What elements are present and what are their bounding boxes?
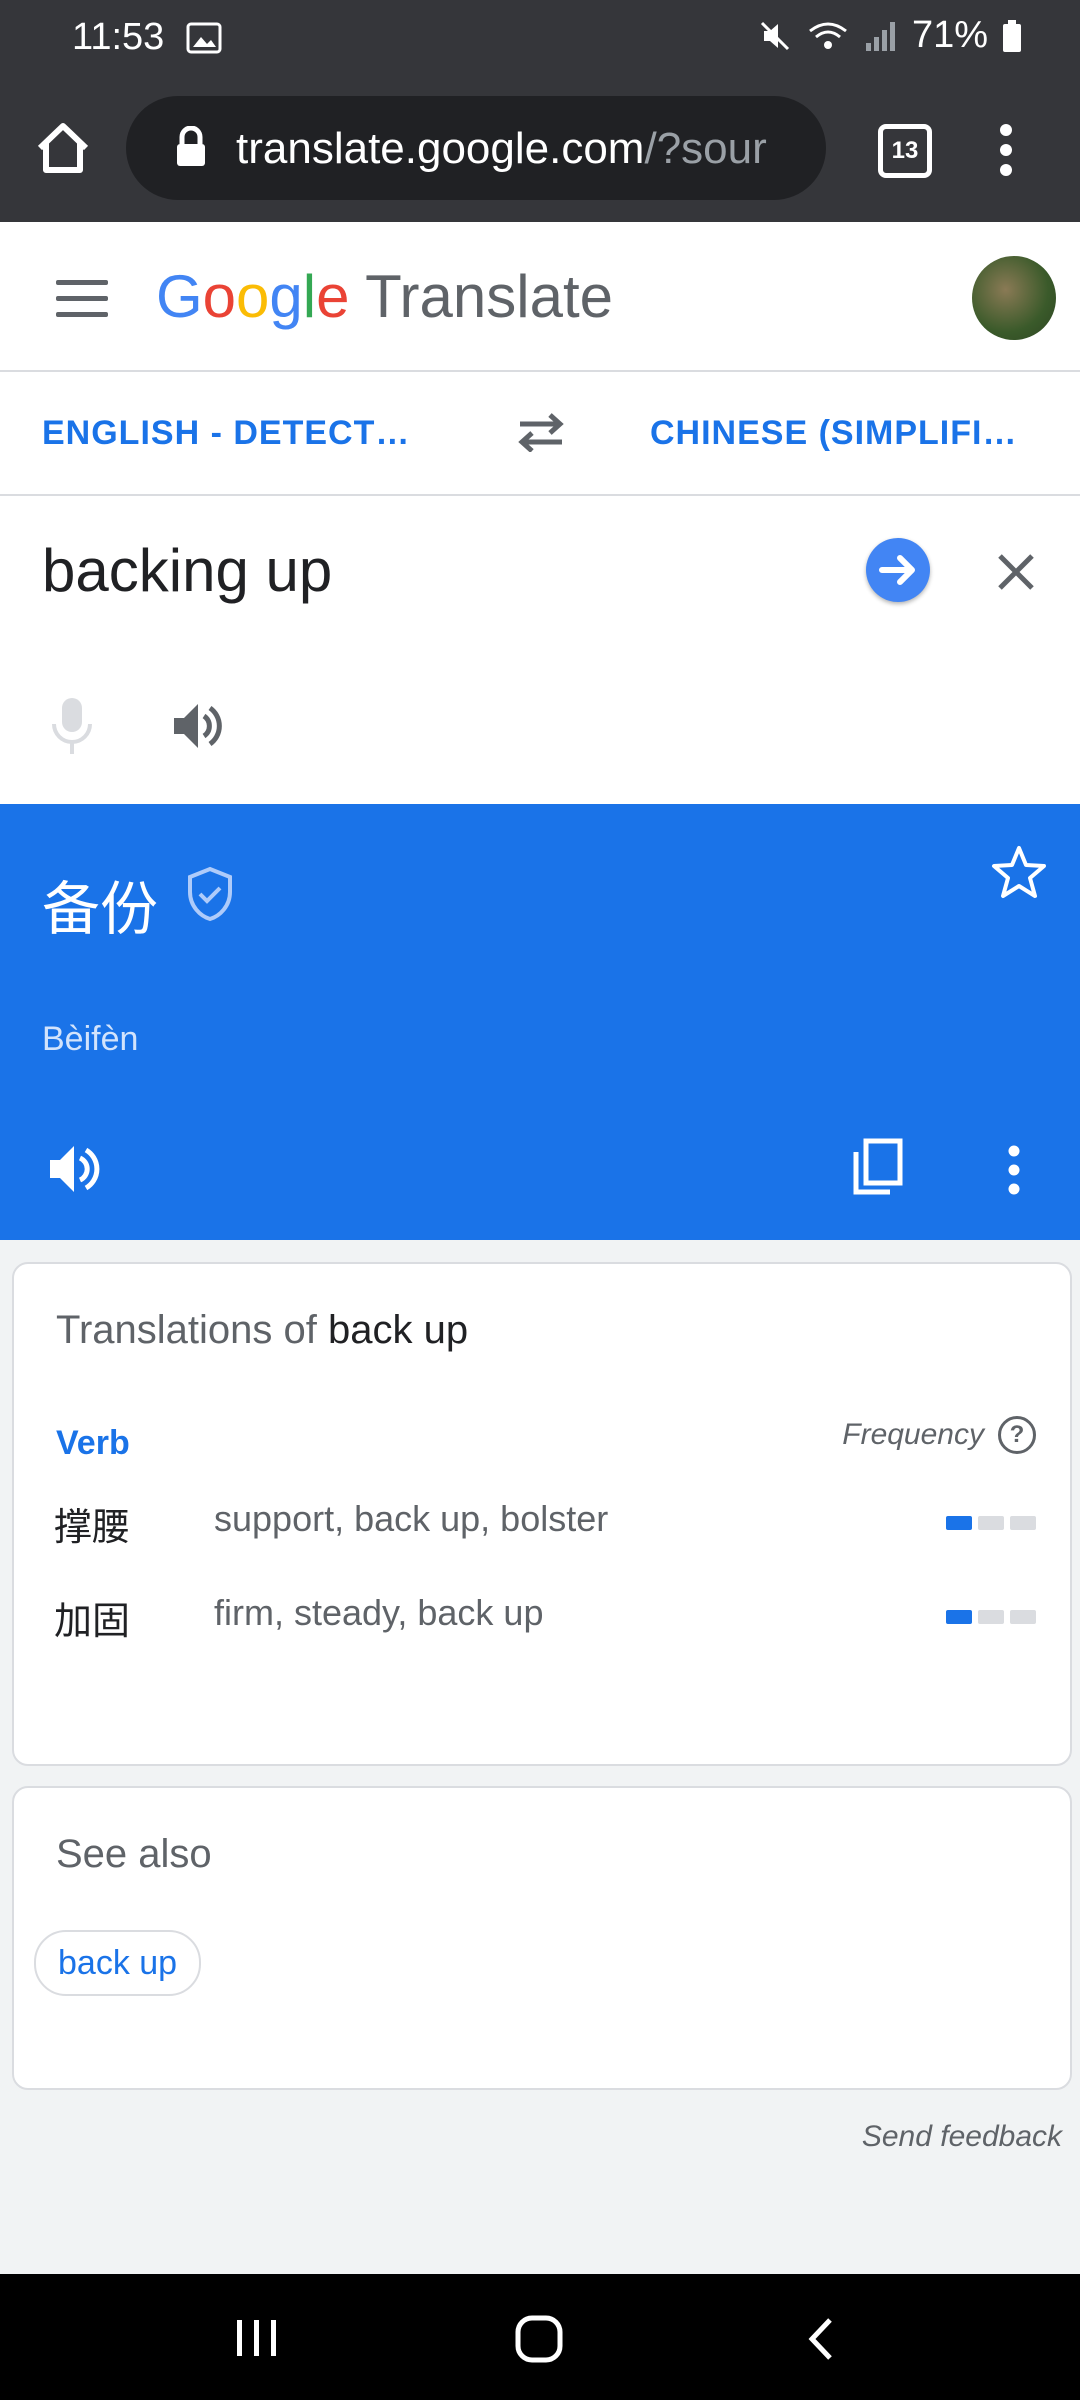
microphone-icon[interactable] — [50, 696, 94, 756]
arrow-forward-icon — [879, 555, 915, 585]
status-icons: 71% — [758, 14, 1022, 57]
google-translate-logo: Google Translate — [156, 263, 613, 330]
app-bar: Google Translate — [0, 222, 1080, 372]
status-bar: 11:53 71% — [0, 0, 1080, 78]
verified-shield-icon[interactable] — [186, 866, 234, 922]
address-bar[interactable]: translate.google.com/?sour — [126, 96, 826, 200]
translation-synonyms: firm, steady, back up — [214, 1592, 544, 1633]
swap-icon[interactable] — [516, 412, 566, 452]
frequency-header: Frequency ? — [842, 1416, 1036, 1454]
app-name: Translate — [365, 263, 613, 330]
tab-switcher-button[interactable]: 13 — [878, 124, 932, 178]
wifi-icon — [809, 22, 847, 49]
recents-icon[interactable] — [234, 2318, 280, 2358]
send-feedback-link[interactable]: Send feedback — [862, 2120, 1062, 2154]
help-icon[interactable]: ? — [998, 1416, 1036, 1454]
see-also-title: See also — [56, 1832, 212, 1876]
star-icon[interactable] — [990, 844, 1048, 900]
language-bar: ENGLISH - DETECT… CHINESE (SIMPLIFI… — [0, 372, 1080, 496]
translation-word[interactable]: 撑腰 — [54, 1496, 130, 1551]
home-nav-icon[interactable] — [514, 2314, 564, 2364]
target-language-button[interactable]: CHINESE (SIMPLIFI… — [650, 414, 1017, 453]
source-input-panel: backing up — [0, 496, 1080, 804]
translations-term: back up — [327, 1308, 469, 1352]
see-also-card: See also back up — [12, 1786, 1072, 2090]
avatar[interactable] — [972, 256, 1056, 340]
more-vert-icon[interactable] — [996, 122, 1016, 178]
browser-toolbar: translate.google.com/?sour 13 — [0, 78, 1080, 222]
image-icon — [186, 22, 222, 54]
translate-submit-button[interactable] — [866, 538, 930, 602]
translations-title: Translations of back up — [56, 1308, 469, 1352]
url-path: /?sour — [644, 124, 767, 173]
romanization-text: Bèifèn — [42, 1020, 139, 1058]
signal-icon — [865, 21, 895, 51]
system-nav-bar — [0, 2274, 1080, 2400]
part-of-speech: Verb — [56, 1424, 130, 1462]
source-language-button[interactable]: ENGLISH - DETECT… — [42, 414, 410, 453]
back-nav-icon[interactable] — [804, 2316, 838, 2362]
status-time: 11:53 — [72, 16, 165, 58]
translations-card: Translations of back up Verb Frequency ?… — [12, 1262, 1072, 1766]
hamburger-menu-icon[interactable] — [56, 280, 108, 328]
close-icon[interactable] — [996, 552, 1036, 592]
see-also-chip[interactable]: back up — [34, 1930, 202, 1996]
speaker-icon[interactable] — [172, 700, 226, 752]
home-icon[interactable] — [34, 120, 92, 176]
source-text-input[interactable]: backing up — [42, 536, 332, 605]
battery-icon — [1003, 19, 1021, 52]
copy-icon[interactable] — [852, 1138, 904, 1196]
mute-icon — [760, 21, 789, 50]
url-text: translate.google.com/?sour — [236, 124, 767, 174]
translation-synonyms: support, back up, bolster — [214, 1498, 609, 1539]
translation-result-panel: 备份 Bèifèn — [0, 804, 1080, 1240]
speaker-icon[interactable] — [48, 1142, 104, 1196]
lock-icon — [177, 126, 205, 166]
url-domain: translate.google.com — [236, 124, 645, 173]
more-vert-icon[interactable] — [1004, 1144, 1024, 1196]
frequency-bars — [946, 1516, 1036, 1530]
battery-percent: 71% — [911, 14, 988, 56]
translation-text: 备份 — [42, 877, 159, 942]
frequency-bars — [946, 1610, 1036, 1624]
translation-word[interactable]: 加固 — [54, 1590, 130, 1645]
